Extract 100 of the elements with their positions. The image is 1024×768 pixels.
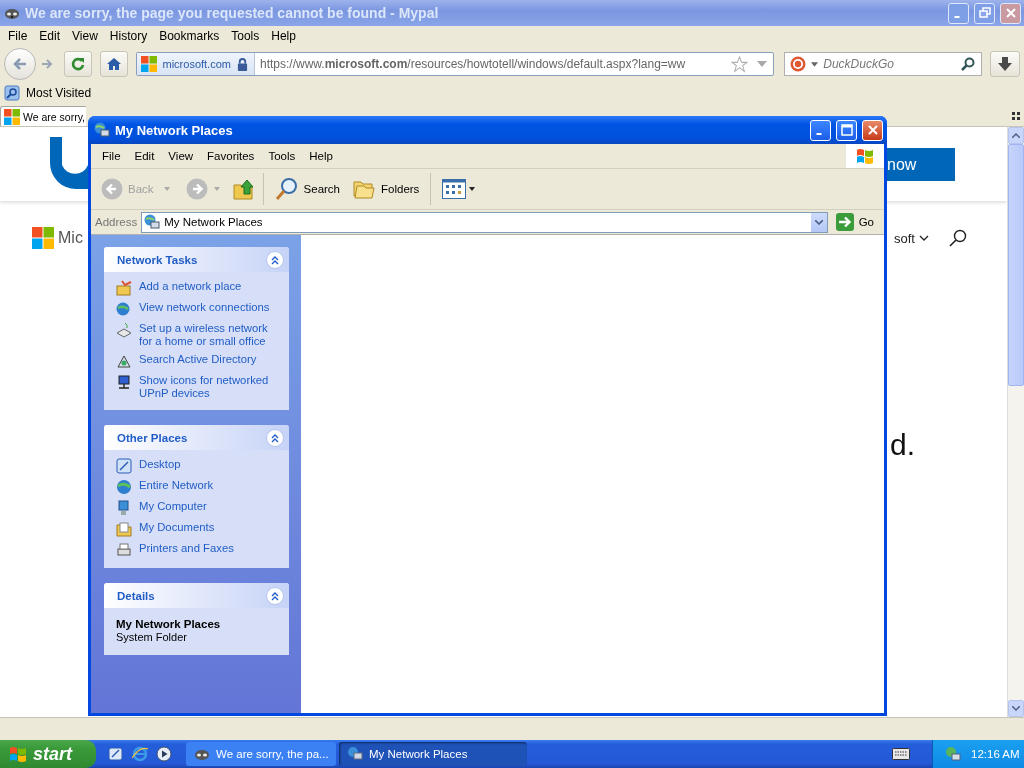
download-icon [997,56,1014,72]
globe-icon[interactable] [116,479,132,495]
home-button[interactable] [99,51,128,77]
double-chevron-icon [270,590,280,601]
start-button[interactable]: start [0,740,96,768]
task-link[interactable]: Show icons for networked UPnP devices [139,374,279,400]
page-button[interactable]: now [887,148,955,181]
logo-icon [50,137,88,189]
network-icon[interactable] [945,746,961,762]
menu-item[interactable]: Tools [225,29,266,43]
go-arrow-icon [835,213,854,231]
collapse-button[interactable] [266,250,284,269]
caret-icon[interactable] [811,61,819,67]
maximize-button[interactable] [836,119,857,141]
arrow-right-icon [41,58,53,70]
menu-item[interactable]: File [2,29,34,43]
grip-icon [1012,112,1020,120]
menu-item[interactable]: Edit [33,29,67,43]
task-link[interactable]: Add a network place [139,280,242,293]
search-icon[interactable] [960,56,977,72]
folder-icon[interactable] [116,280,132,296]
task-link[interactable]: Search Active Directory [139,353,257,366]
menu-item[interactable]: Favorites [200,150,262,162]
task-link[interactable]: My Computer [139,500,207,513]
scrollbar[interactable] [1007,127,1024,717]
folders-button[interactable]: Folders [348,174,424,204]
scroll-down-button[interactable] [1008,700,1024,717]
computer-icon[interactable] [116,500,132,516]
menu-item[interactable]: History [103,29,154,43]
dropdown-button[interactable] [809,212,827,232]
brand-text: Mic [58,229,83,247]
printer-icon[interactable] [116,542,132,558]
bookmark-icon[interactable] [4,85,20,101]
panel-header[interactable]: Network Tasks [104,247,289,272]
nav-menu-item[interactable]: soft [894,230,915,246]
task-link[interactable]: Printers and Faxes [139,542,234,555]
search-icon[interactable] [949,229,967,247]
menu-item[interactable]: Help [265,29,302,43]
task-link[interactable]: My Documents [139,521,215,534]
chevron-up-icon [1012,133,1020,138]
search-box[interactable]: DuckDuckGo [784,52,983,76]
menu-item[interactable]: View [66,29,104,43]
go-button[interactable]: Go [831,213,880,231]
site-identity[interactable]: microsoft.com [136,53,255,75]
panel-title: Details [117,589,155,602]
menu-item[interactable]: File [95,150,128,162]
panel-header[interactable]: Other Places [104,425,289,450]
monitor-icon[interactable] [116,374,132,390]
task-link[interactable]: Set up a wireless network for a home or small office [139,322,279,348]
clock: 12:16 AM [971,748,1020,760]
menu-item[interactable]: Edit [127,150,162,162]
scroll-thumb[interactable] [1008,144,1024,386]
wireless-icon[interactable] [116,322,132,338]
site-name: microsoft.com [162,58,231,70]
maximize-icon [840,124,853,136]
chevron-down-icon[interactable] [919,235,929,241]
menu-item[interactable]: Help [302,150,340,162]
back-button[interactable] [4,48,36,80]
star-icon[interactable] [731,55,749,73]
collapse-button[interactable] [266,428,284,447]
address-field[interactable]: My Network Places [141,211,828,233]
search-directory-icon[interactable] [116,353,132,369]
desktop-icon[interactable] [108,746,124,762]
restore-icon [978,7,991,19]
keyboard-icon[interactable] [892,748,910,760]
task-link[interactable]: View network connections [139,301,270,314]
task-link[interactable]: Desktop [139,458,181,471]
bookmark-folder[interactable]: Most Visited [26,86,92,100]
documents-icon[interactable] [116,521,132,537]
minimize-icon [816,133,822,135]
taskbar-button[interactable]: My Network Places [339,742,527,766]
dropdown-arrow-icon[interactable] [757,61,768,67]
close-button[interactable] [1000,2,1021,24]
up-folder-icon[interactable] [231,177,256,201]
collapse-button[interactable] [266,586,284,605]
search-field[interactable]: DuckDuckGo [823,55,956,73]
network-places-icon [94,122,110,138]
search-button[interactable]: Search [270,174,344,204]
microsoft-logo-icon [32,227,54,249]
details-type: System Folder [116,631,188,643]
menu-item[interactable]: Bookmarks [153,29,226,43]
desktop-icon[interactable] [116,458,132,474]
reload-button[interactable] [64,51,92,77]
panel-header[interactable]: Details [104,583,289,608]
task-link[interactable]: Entire Network [139,479,214,492]
media-player-icon[interactable] [156,746,172,762]
taskbar-button[interactable]: We are sorry, the pa... [186,742,336,766]
address-label: Address [95,216,138,228]
globe-icon[interactable] [116,301,132,317]
browser-e-icon[interactable] [132,746,148,762]
menu-item[interactable]: View [161,150,201,162]
scroll-up-button[interactable] [1008,127,1024,144]
address-bar[interactable]: microsoft.com https://www.microsoft.com/resources/howtotell/windows/default.aspx?lang=ww [135,52,775,76]
download-button[interactable] [990,51,1020,77]
views-icon [442,179,467,199]
menu-item[interactable]: Tools [261,150,303,162]
close-icon [1004,7,1017,19]
restore-button[interactable] [974,2,995,24]
browser-tab[interactable]: We are sorry, [0,106,86,126]
duck-icon[interactable] [790,56,807,72]
